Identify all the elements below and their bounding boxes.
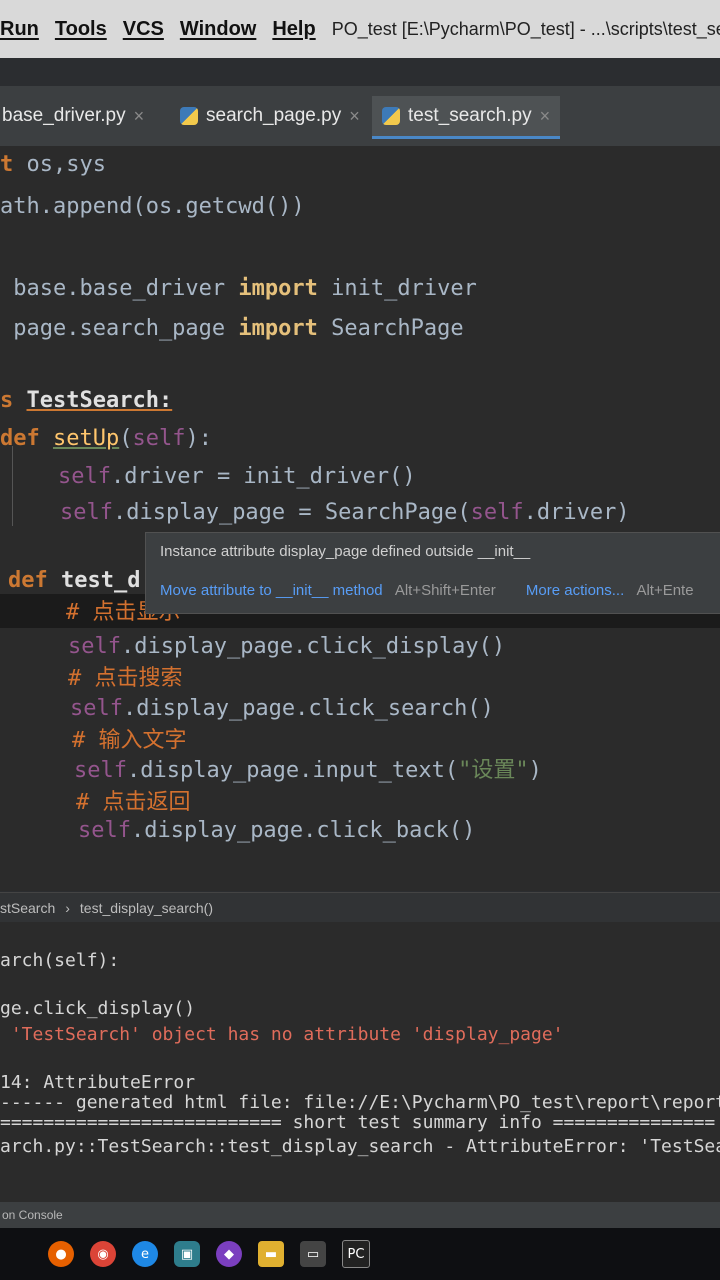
code-editor[interactable]: t os,sys ath.append(os.getcwd()) base.ba… bbox=[0, 146, 720, 891]
menu-window[interactable]: Window bbox=[180, 18, 256, 41]
console-line: ========================== short test su… bbox=[0, 1112, 716, 1133]
tab-test-search[interactable]: test_search.py × bbox=[372, 96, 561, 139]
python-file-icon bbox=[382, 107, 400, 125]
vnc-icon[interactable]: ▣ bbox=[174, 1241, 200, 1267]
menu-help[interactable]: Help bbox=[272, 18, 315, 41]
firefox-icon[interactable]: ● bbox=[48, 1241, 74, 1267]
inspection-message: Instance attribute display_page defined … bbox=[160, 543, 531, 560]
code-line: page.search_page import SearchPage bbox=[0, 316, 464, 341]
console-line: ge.click_display() bbox=[0, 998, 196, 1019]
ie-icon[interactable]: e bbox=[132, 1241, 158, 1267]
more-actions-link[interactable]: More actions... bbox=[526, 582, 624, 599]
taskbar: ● ◉ e ▣ ◆ ▬ ▭ PC bbox=[0, 1228, 720, 1280]
chrome-icon[interactable]: ◉ bbox=[90, 1241, 116, 1267]
close-icon[interactable]: × bbox=[349, 106, 360, 127]
tab-search-page[interactable]: search_page.py × bbox=[180, 96, 360, 136]
tab-label: search_page.py bbox=[206, 105, 342, 126]
tab-base-driver[interactable]: base_driver.py × bbox=[2, 96, 144, 136]
console-line: arch.py::TestSearch::test_display_search… bbox=[0, 1136, 720, 1157]
run-console[interactable]: arch(self): ge.click_display() 'TestSear… bbox=[0, 922, 720, 1202]
code-line: self.display_page = SearchPage(self.driv… bbox=[60, 500, 630, 525]
menu-bar: Run Tools VCS Window Help PO_test [E:\Py… bbox=[0, 0, 720, 58]
screen: Run Tools VCS Window Help PO_test [E:\Py… bbox=[0, 0, 720, 1280]
console-line: arch(self): bbox=[0, 950, 120, 971]
status-bar: on Console bbox=[0, 1202, 720, 1228]
chevron-right-icon: › bbox=[65, 900, 70, 916]
menu-run[interactable]: Run bbox=[0, 18, 39, 41]
pycharm-icon[interactable]: PC bbox=[342, 1240, 370, 1268]
terminal-icon[interactable]: ▭ bbox=[300, 1241, 326, 1267]
editor-tab-bar: base_driver.py × search_page.py × test_s… bbox=[0, 86, 720, 148]
folder-icon[interactable]: ▬ bbox=[258, 1241, 284, 1267]
inspection-popup: Instance attribute display_page defined … bbox=[145, 532, 720, 614]
console-tab-label[interactable]: on Console bbox=[2, 1208, 63, 1222]
code-line: self.driver = init_driver() bbox=[58, 464, 416, 489]
move-attribute-action[interactable]: Move attribute to __init__ method bbox=[160, 582, 383, 599]
close-icon[interactable]: × bbox=[134, 106, 145, 127]
code-line: base.base_driver import init_driver bbox=[0, 276, 477, 301]
indent-guide bbox=[12, 446, 13, 526]
close-icon[interactable]: × bbox=[540, 106, 551, 127]
python-file-icon bbox=[180, 107, 198, 125]
app-icon[interactable]: ◆ bbox=[216, 1241, 242, 1267]
menu-tools[interactable]: Tools bbox=[55, 18, 107, 41]
code-line: s TestSearch: bbox=[0, 388, 173, 413]
code-line: ath.append(os.getcwd()) bbox=[0, 194, 305, 219]
menu-vcs[interactable]: VCS bbox=[123, 18, 164, 41]
tab-label: base_driver.py bbox=[2, 105, 126, 126]
window-title: PO_test [E:\Pycharm\PO_test] - ...\scrip… bbox=[331, 18, 720, 39]
code-line: self.display_page.click_back() bbox=[78, 818, 476, 843]
popup-actions: Move attribute to __init__ method Alt+Sh… bbox=[160, 582, 720, 599]
breadcrumb-method[interactable]: test_display_search() bbox=[80, 900, 213, 916]
action-shortcut: Alt+Shift+Enter bbox=[394, 582, 496, 599]
tab-label: test_search.py bbox=[408, 105, 532, 126]
console-error-line: 'TestSearch' object has no attribute 'di… bbox=[0, 1024, 564, 1045]
code-line: t os,sys bbox=[0, 152, 106, 177]
code-line: def setUp(self): bbox=[0, 426, 212, 451]
more-actions-shortcut: Alt+Ente bbox=[636, 582, 694, 599]
breadcrumb-class[interactable]: stSearch bbox=[0, 900, 55, 916]
breadcrumb: stSearch › test_display_search() bbox=[0, 892, 720, 923]
